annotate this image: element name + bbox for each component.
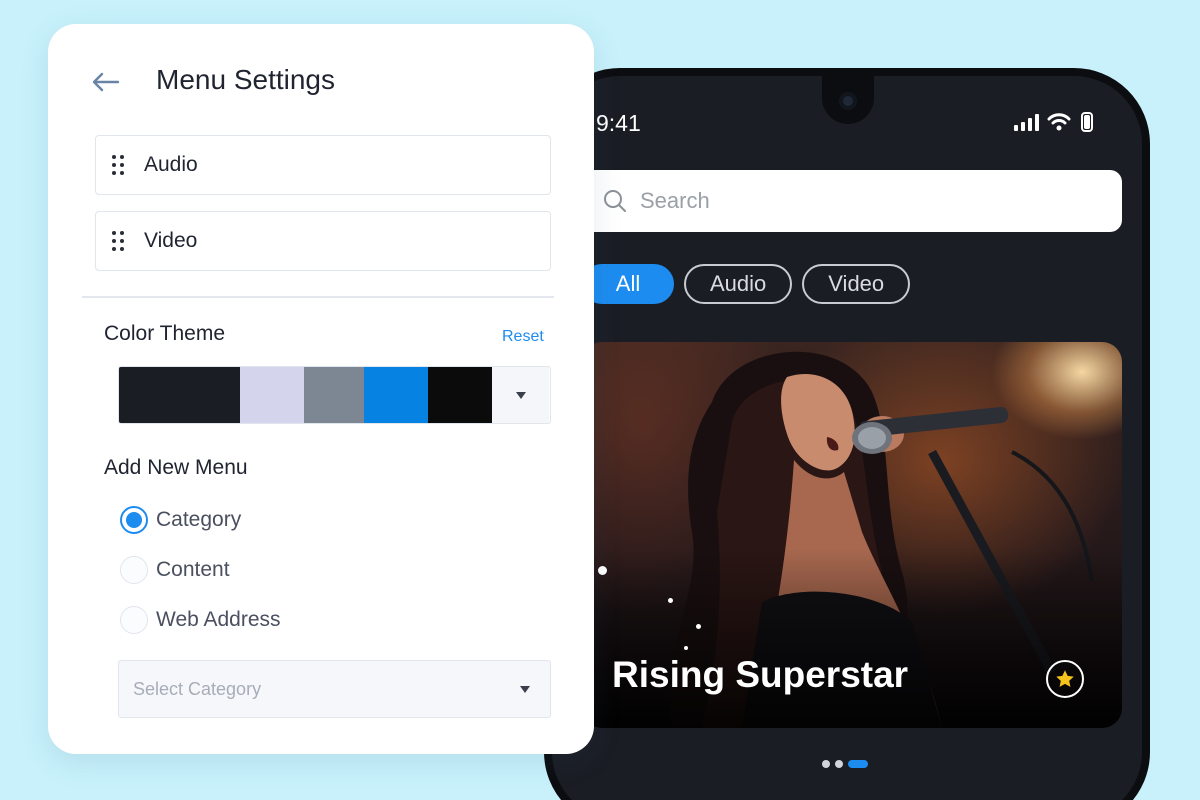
star-icon xyxy=(1056,670,1074,687)
caret-down-icon xyxy=(515,391,526,399)
radio-button[interactable] xyxy=(120,556,148,584)
radio-option-content[interactable]: Content xyxy=(120,556,230,584)
carousel-dot-active[interactable] xyxy=(848,760,868,768)
back-button[interactable] xyxy=(90,66,122,98)
menu-item-audio[interactable]: Audio xyxy=(95,135,551,195)
sparkle xyxy=(668,598,673,603)
menu-settings-panel: Menu Settings Audio Video Color Theme Re… xyxy=(48,24,594,754)
favorite-button[interactable] xyxy=(1046,660,1084,698)
phone-mockup: 9:41 All Audio Video xyxy=(544,68,1150,800)
radio-button[interactable] xyxy=(120,606,148,634)
color-swatch[interactable] xyxy=(304,367,364,423)
battery-icon xyxy=(1081,112,1093,132)
drag-handle-icon[interactable] xyxy=(112,155,126,175)
menu-item-label: Video xyxy=(144,229,198,252)
radio-label: Web Address xyxy=(156,608,281,631)
chip-video[interactable]: Video xyxy=(802,264,911,304)
radio-label: Category xyxy=(156,508,242,531)
filter-chips: All Audio Video xyxy=(582,264,911,304)
caret-down-icon xyxy=(520,685,530,693)
hero-card[interactable]: Rising Superstar xyxy=(582,342,1122,728)
radio-button[interactable] xyxy=(120,506,148,534)
radio-option-web-address[interactable]: Web Address xyxy=(120,606,281,634)
status-icons xyxy=(1014,112,1093,132)
menu-item-label: Audio xyxy=(144,153,198,176)
front-camera-icon xyxy=(839,92,857,110)
sparkle xyxy=(684,646,688,650)
drag-handle-icon[interactable] xyxy=(112,231,126,251)
color-swatch[interactable] xyxy=(364,367,428,423)
hero-title: Rising Superstar xyxy=(612,654,909,695)
color-swatch[interactable] xyxy=(240,367,304,423)
cellular-signal-icon xyxy=(1014,113,1039,131)
sparkle xyxy=(696,624,701,629)
carousel-dot[interactable] xyxy=(835,760,843,768)
radio-option-category[interactable]: Category xyxy=(120,506,241,534)
chip-all[interactable]: All xyxy=(582,264,674,304)
category-select[interactable]: Select Category xyxy=(118,660,551,718)
menu-item-video[interactable]: Video xyxy=(95,211,551,271)
page-title: Menu Settings xyxy=(156,64,335,95)
arrow-left-icon xyxy=(92,72,120,92)
sparkle xyxy=(598,566,607,575)
select-placeholder: Select Category xyxy=(133,678,262,699)
add-new-menu-title: Add New Menu xyxy=(104,456,248,479)
search-bar[interactable] xyxy=(582,170,1122,232)
reset-button[interactable]: Reset xyxy=(502,328,544,346)
carousel-dot[interactable] xyxy=(822,760,830,768)
radio-label: Content xyxy=(156,558,230,581)
search-icon xyxy=(604,190,626,212)
carousel-indicator xyxy=(822,760,868,768)
hero-gradient xyxy=(582,548,1122,728)
color-palette[interactable] xyxy=(118,366,551,424)
search-input[interactable] xyxy=(640,188,1100,214)
palette-dropdown-button[interactable] xyxy=(492,367,549,423)
chip-audio[interactable]: Audio xyxy=(684,264,793,304)
phone-notch xyxy=(822,76,874,124)
status-time: 9:41 xyxy=(596,110,641,136)
color-theme-title: Color Theme xyxy=(104,322,225,345)
section-divider xyxy=(82,296,554,298)
wifi-icon xyxy=(1047,113,1071,131)
color-swatch[interactable] xyxy=(119,367,240,423)
color-swatch[interactable] xyxy=(428,367,492,423)
